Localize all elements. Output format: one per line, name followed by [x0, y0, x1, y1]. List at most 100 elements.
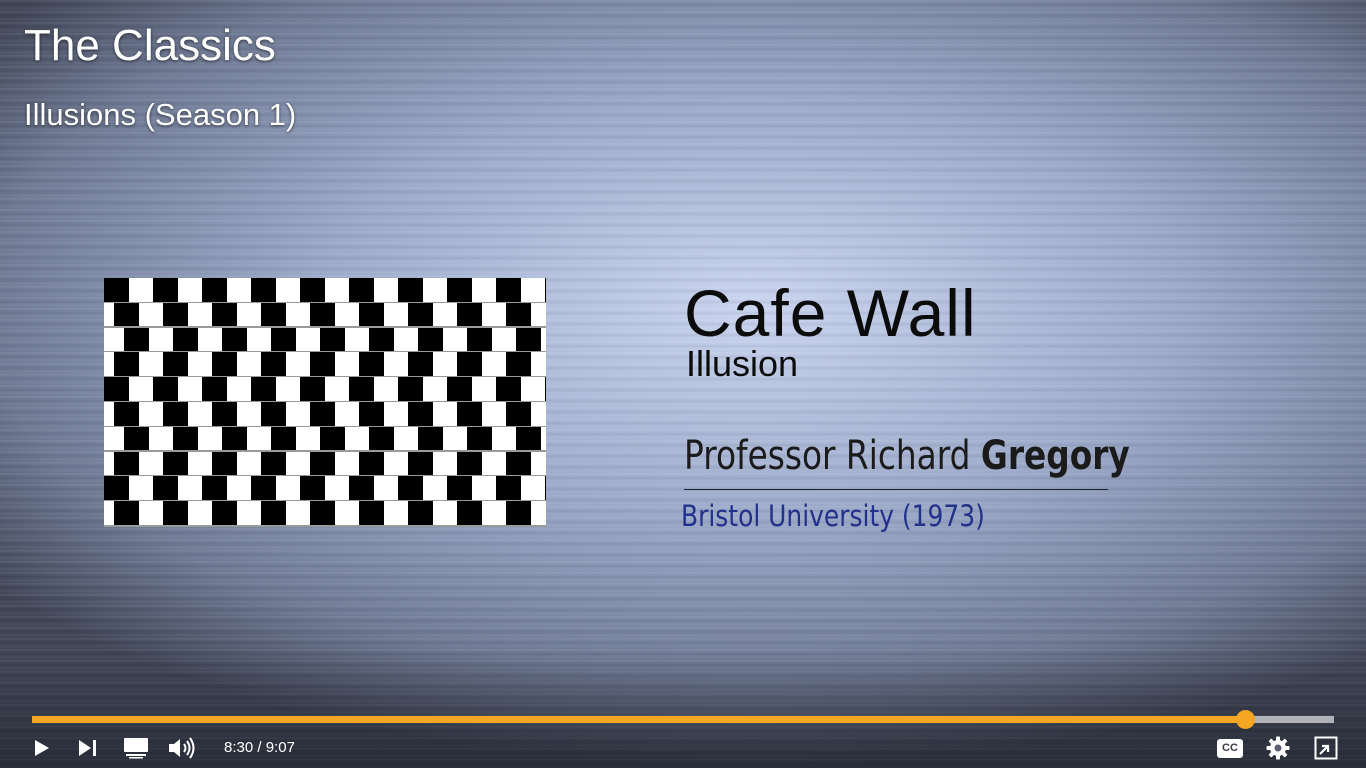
illusion-tile: [163, 402, 188, 426]
illusion-tile: [506, 302, 531, 327]
illusion-tile: [359, 501, 384, 525]
progress-scrubber-handle[interactable]: [1236, 710, 1256, 729]
illusion-tile: [153, 278, 178, 302]
illusion-tile: [300, 377, 325, 401]
illusion-tile: [222, 327, 247, 352]
institution-credit: Bristol University (1973): [681, 499, 985, 533]
illusion-tile: [408, 451, 433, 476]
closed-captions-button[interactable]: CC: [1214, 733, 1246, 763]
illusion-tile: [261, 352, 286, 376]
progress-bar[interactable]: [32, 710, 1334, 729]
illusion-row: [104, 426, 546, 451]
illusion-tile: [408, 501, 433, 525]
illusion-tile: [359, 402, 384, 426]
illusion-tile: [506, 451, 531, 476]
illusion-tile: [447, 377, 472, 401]
illusion-row: [104, 451, 546, 476]
illusion-tile: [212, 501, 237, 525]
illusion-tile: [153, 377, 178, 401]
illusion-tile: [212, 352, 237, 376]
miniplayer-icon: [124, 738, 148, 759]
illusion-tile: [310, 402, 335, 426]
illusion-tile: [300, 278, 325, 302]
video-player[interactable]: The Classics Illusions (Season 1) Cafe W…: [0, 0, 1366, 768]
divider: [684, 489, 1108, 490]
duration: 9:07: [265, 739, 295, 756]
illusion-tile: [124, 327, 149, 352]
illusion-tile: [369, 327, 394, 352]
illusion-tile: [447, 476, 472, 500]
illusion-tile: [271, 426, 296, 451]
illusion-tile: [114, 451, 139, 476]
cafe-wall-illusion-image: [104, 278, 546, 527]
illusion-tile: [506, 352, 531, 376]
settings-button[interactable]: [1262, 733, 1294, 763]
exit-fullscreen-button[interactable]: [1310, 733, 1342, 763]
illusion-tile: [359, 451, 384, 476]
illusion-tile: [457, 352, 482, 376]
illusion-tile: [545, 278, 546, 302]
illusion-tile: [545, 476, 546, 500]
next-button[interactable]: [74, 733, 102, 763]
miniplayer-button[interactable]: [120, 733, 152, 763]
presenter-name: Professor Richard: [684, 433, 971, 479]
illusion-tile: [163, 501, 188, 525]
slide-subheading: Illusion: [686, 343, 799, 384]
illusion-tile: [104, 377, 129, 401]
illusion-tile: [457, 302, 482, 327]
illusion-tile: [104, 278, 129, 302]
play-icon: [35, 740, 49, 756]
illusion-tile: [251, 278, 276, 302]
play-button[interactable]: [28, 733, 56, 763]
illusion-tile: [310, 352, 335, 376]
illusion-tile: [261, 402, 286, 426]
illusion-tile: [496, 377, 521, 401]
illusion-tile: [418, 426, 443, 451]
illusion-tile: [506, 402, 531, 426]
illusion-tile: [251, 476, 276, 500]
illusion-tile: [222, 426, 247, 451]
illusion-row: [104, 377, 546, 401]
illusion-tile: [173, 426, 198, 451]
illusion-tile: [310, 302, 335, 327]
illusion-tile: [104, 476, 129, 500]
presenter-credit: Professor Richard Gregory: [684, 433, 1130, 479]
video-title: The Classics: [24, 21, 276, 70]
illusion-tile: [496, 476, 521, 500]
illusion-tile: [545, 377, 546, 401]
illusion-tile: [457, 501, 482, 525]
exit-fullscreen-icon: [1314, 736, 1338, 760]
video-subtitle: Illusions (Season 1): [24, 97, 297, 132]
volume-button[interactable]: [166, 733, 200, 763]
illusion-tile: [506, 501, 531, 525]
illusion-tile: [114, 501, 139, 525]
illusion-tile: [398, 377, 423, 401]
illusion-row: [104, 352, 546, 376]
illusion-tile: [212, 451, 237, 476]
illusion-row: [104, 327, 546, 352]
settings-gear-icon: [1266, 736, 1290, 760]
illusion-tile: [349, 476, 374, 500]
illusion-tile: [251, 377, 276, 401]
illusion-tile: [369, 426, 394, 451]
cc-label: CC: [1222, 742, 1238, 754]
illusion-tile: [398, 476, 423, 500]
time-display: 8:30 / 9:07: [224, 738, 295, 758]
illusion-tile: [261, 501, 286, 525]
illusion-tile: [173, 327, 198, 352]
illusion-tile: [153, 476, 178, 500]
closed-captions-icon: CC: [1217, 738, 1243, 758]
illusion-tile: [310, 501, 335, 525]
illusion-tile: [212, 402, 237, 426]
illusion-tile: [457, 402, 482, 426]
illusion-tile: [320, 327, 345, 352]
illusion-tile: [202, 377, 227, 401]
illusion-tile: [447, 278, 472, 302]
illusion-row: [104, 302, 546, 327]
illusion-tile: [212, 302, 237, 327]
illusion-tile: [114, 352, 139, 376]
illusion-tile: [163, 451, 188, 476]
illusion-tile: [261, 302, 286, 327]
illusion-tile: [398, 278, 423, 302]
illusion-tile: [467, 327, 492, 352]
